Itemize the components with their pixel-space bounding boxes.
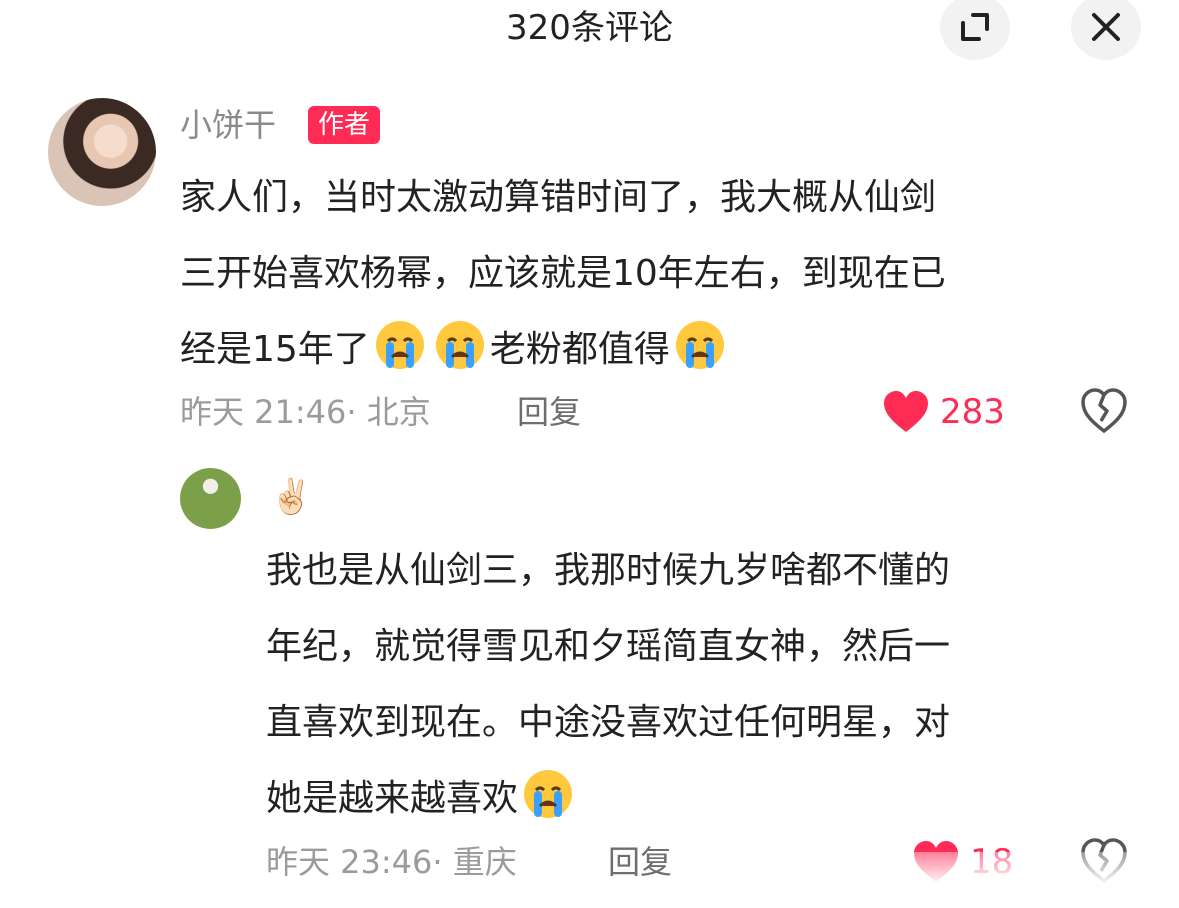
comment-line: 经是15年了 老粉都值得	[180, 312, 946, 388]
comment-line-text: 老粉都值得	[489, 329, 670, 370]
reply-button[interactable]: 回复	[608, 840, 672, 884]
loudly-crying-face-icon	[375, 321, 424, 369]
comment-line: 家人们，当时太激动算错时间了，我大概从仙剑	[180, 177, 937, 218]
author-badge: 作者	[308, 106, 381, 144]
like-button[interactable]: 283	[882, 390, 1005, 434]
loudly-crying-face-icon	[675, 321, 724, 369]
victory-hand-icon: ✌🏻	[270, 477, 313, 517]
reply-text: 我也是从仙剑三，我那时候九岁啥都不懂的 年纪，就觉得雪见和夕瑶简直女神，然后一 …	[266, 533, 950, 837]
comment-timestamp: 昨天 21:46· 北京	[180, 393, 431, 431]
comments-panel: 320条评论 小饼干 作者 家人们，当时太激动算错时间了，我大概从仙剑 三开始喜…	[0, 0, 1179, 908]
author-username[interactable]: 小饼干	[180, 103, 276, 147]
bottom-fade	[912, 852, 1179, 908]
loudly-crying-face-icon	[524, 770, 573, 818]
broken-heart-icon[interactable]	[1080, 388, 1128, 434]
close-icon	[1092, 13, 1120, 41]
comment-line: 我也是从仙剑三，我那时候九岁啥都不懂的	[266, 550, 951, 591]
comment-line-text: 她是越来越喜欢	[266, 778, 519, 819]
loudly-crying-face-icon	[435, 321, 484, 369]
comment-line: 直喜欢到现在。中途没喜欢过任何明星，对	[266, 702, 951, 743]
reply-timestamp: 昨天 23:46· 重庆	[266, 843, 517, 881]
replier-avatar[interactable]	[180, 468, 241, 529]
comment-line: 年纪，就觉得雪见和夕瑶简直女神，然后一	[266, 626, 951, 667]
comment-line-text: 经是15年了	[180, 329, 370, 370]
comment-text: 家人们，当时太激动算错时间了，我大概从仙剑 三开始喜欢杨幂，应该就是10年左右，…	[180, 160, 946, 388]
comment-line: 三开始喜欢杨幂，应该就是10年左右，到现在已	[180, 253, 946, 294]
like-count: 283	[940, 392, 1005, 432]
comment-line: 她是越来越喜欢	[266, 761, 950, 837]
author-avatar[interactable]	[48, 98, 156, 206]
expand-icon	[961, 13, 989, 41]
reply-button[interactable]: 回复	[517, 390, 581, 434]
heart-icon	[884, 391, 928, 432]
